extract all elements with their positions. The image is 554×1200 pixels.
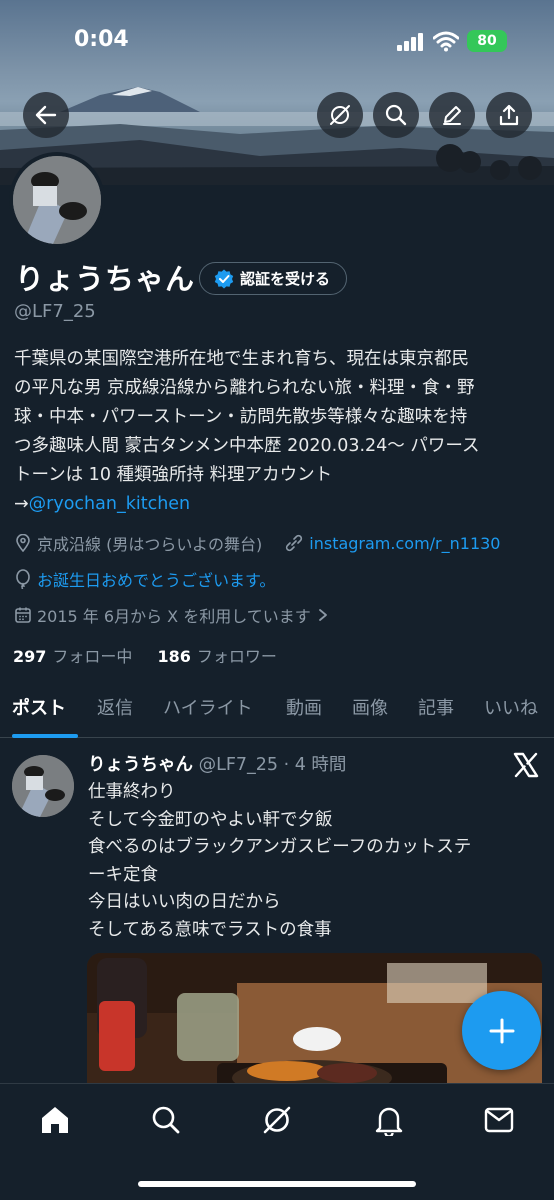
post-author-name[interactable]: りょうちゃん <box>88 755 193 775</box>
location-pin-icon <box>16 534 30 552</box>
bio-line: 千葉県の某国際空港所在地で生まれ育ち、現在は東京都民 <box>14 349 469 369</box>
x-logo-icon <box>513 752 539 778</box>
chevron-right-icon <box>318 609 327 621</box>
post-line: 食べるのはブラックアンガスビーフのカットステ <box>88 837 472 857</box>
following-count: 297 <box>13 647 47 666</box>
battery-indicator: 80 <box>467 30 507 52</box>
compose-post-button[interactable] <box>462 991 541 1070</box>
nav-search[interactable] <box>150 1104 182 1136</box>
nav-grok[interactable] <box>261 1104 293 1136</box>
bio-link-line: →@ryochan_kitchen <box>14 490 546 519</box>
avatar-photo <box>12 755 74 817</box>
share-icon <box>499 104 519 126</box>
wifi-icon <box>433 31 459 52</box>
profile-location-row: 京成沿線 (男はつらいよの舞台) instagram.com/r_n1130 <box>14 531 500 555</box>
envelope-icon <box>484 1107 514 1133</box>
get-verified-label: 認証を受ける <box>240 270 331 288</box>
tab-posts[interactable]: ポスト <box>12 694 66 720</box>
post-avatar[interactable] <box>12 755 74 817</box>
profile-name: りょうちゃん <box>15 262 196 296</box>
bio-line: つ多趣味人間 蒙古タンメン中本歴 2020.03.24～ パワース <box>14 436 480 456</box>
followers-label: フォロワー <box>196 647 277 666</box>
nav-home[interactable] <box>39 1104 71 1136</box>
profile-handle: @LF7_25 <box>14 301 96 322</box>
profile-website-link[interactable]: instagram.com/r_n1130 <box>309 534 500 553</box>
verified-badge-icon <box>214 269 234 288</box>
profile-birthday: お誕生日おめでとうございます。 <box>37 571 276 590</box>
profile-tabs: ポスト 返信 ハイライト 動画 画像 記事 いいね <box>0 690 554 738</box>
pencil-icon <box>443 106 461 125</box>
post-line: 仕事終わり <box>88 782 176 802</box>
following-label: フォロー中 <box>52 647 133 666</box>
search-icon <box>152 1106 180 1134</box>
cellular-signal-icon <box>397 33 423 51</box>
home-icon <box>42 1107 68 1133</box>
bio-arrow: → <box>14 494 29 514</box>
bell-icon <box>375 1107 403 1136</box>
post-meta: @LF7_25 · 4 時間 <box>198 755 347 775</box>
profile-bio: 千葉県の某国際空港所在地で生まれ育ち、現在は東京都民 の平凡な男 京成線沿線から… <box>14 345 546 519</box>
post-line: 今日はいい肉の日だから <box>88 892 281 912</box>
bio-line: の平凡な男 京成線沿線から離れられない旅・料理・食・野 <box>14 378 475 398</box>
tab-videos[interactable]: 動画 <box>286 694 322 720</box>
profile-location: 京成沿線 (男はつらいよの舞台) <box>37 535 263 554</box>
profile-avatar[interactable] <box>9 152 105 248</box>
status-bar: 0:04 80 <box>0 0 554 80</box>
post-text: 仕事終わり そして今金町のやよい軒で夕飯 食べるのはブラックアンガスビーフのカッ… <box>88 779 544 944</box>
post-line: そして今金町のやよい軒で夕飯 <box>88 809 333 830</box>
post-header: りょうちゃん @LF7_25 · 4 時間 <box>88 751 346 776</box>
search-icon <box>385 104 407 126</box>
grok-icon <box>330 105 350 125</box>
arrow-left-icon <box>35 105 57 125</box>
profile-joined-row[interactable]: 2015 年 6月から X を利用しています <box>14 603 334 627</box>
profile-joined: 2015 年 6月から X を利用しています <box>37 607 311 626</box>
avatar-photo <box>13 156 101 244</box>
profile-birthday-row: お誕生日おめでとうございます。 <box>14 567 275 591</box>
post-line: そしてある意味でラストの食事 <box>88 919 332 940</box>
active-tab-indicator <box>12 734 78 738</box>
search-button[interactable] <box>373 92 419 138</box>
tab-replies[interactable]: 返信 <box>97 694 133 720</box>
tab-likes[interactable]: いいね <box>484 694 538 720</box>
tab-photos[interactable]: 画像 <box>352 694 388 720</box>
grok-icon <box>263 1106 291 1134</box>
status-time: 0:04 <box>74 27 129 52</box>
followers-count: 186 <box>157 647 191 666</box>
tab-highlights[interactable]: ハイライト <box>163 694 253 720</box>
followers-link[interactable]: 186 フォロワー <box>158 647 277 666</box>
follow-stats: 297 フォロー中 186 フォロワー <box>13 643 277 667</box>
post-line: ーキ定食 <box>88 864 158 885</box>
plus-icon <box>489 1018 514 1043</box>
back-button[interactable] <box>23 92 69 138</box>
bio-line: 球・中本・パワーストーン・訪問先散歩等様々な趣味を持 <box>14 407 468 427</box>
edit-button[interactable] <box>429 92 475 138</box>
link-icon <box>286 534 303 552</box>
nav-notifications[interactable] <box>373 1104 405 1136</box>
share-button[interactable] <box>486 92 532 138</box>
home-indicator <box>138 1181 416 1187</box>
balloon-icon <box>16 569 30 589</box>
calendar-icon <box>15 607 31 623</box>
bio-mention-link[interactable]: @ryochan_kitchen <box>29 494 190 514</box>
grok-button[interactable] <box>317 92 363 138</box>
nav-messages[interactable] <box>483 1104 515 1136</box>
bio-line: トーンは 10 種類強所持 料理アカウント <box>14 465 333 485</box>
get-verified-button[interactable]: 認証を受ける <box>199 262 348 295</box>
tab-articles[interactable]: 記事 <box>418 694 454 720</box>
following-link[interactable]: 297 フォロー中 <box>13 647 132 666</box>
